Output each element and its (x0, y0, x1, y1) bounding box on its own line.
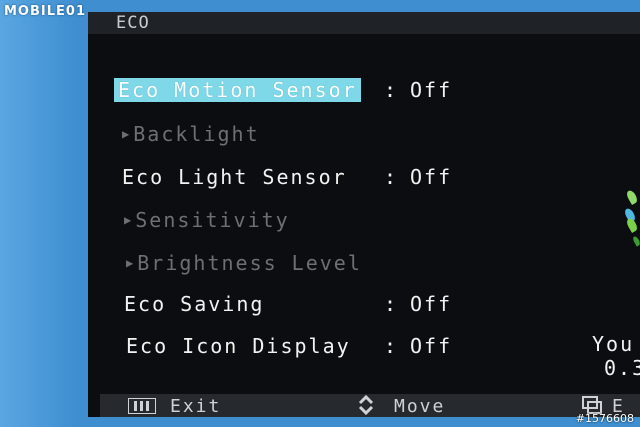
menu-item-sensitivity[interactable]: ▶ Sensitivity (124, 208, 290, 235)
footer-exit-label[interactable]: Exit (170, 396, 221, 417)
up-down-icon (358, 394, 374, 419)
eco-leaf-icon (625, 216, 639, 234)
menu-grid-icon (127, 397, 157, 418)
osd-title: ECO (116, 13, 150, 33)
menu-value-eco-motion-sensor: Off (410, 78, 453, 102)
watermark-image-id: #1576608 (575, 412, 634, 425)
submenu-arrow-icon: ▶ (122, 127, 132, 141)
menu-value-eco-light-sensor: Off (410, 165, 453, 189)
menu-colon: : (384, 334, 399, 358)
menu-item-brightness-level-label: Brightness Level (137, 251, 362, 275)
menu-colon: : (384, 292, 399, 316)
menu-value-eco-saving: Off (410, 292, 453, 316)
submenu-arrow-icon: ▶ (126, 256, 136, 270)
side-panel-value: 0.3 (604, 356, 640, 380)
menu-item-backlight-label: Backlight (133, 122, 260, 146)
footer-move-label[interactable]: Move (394, 396, 445, 417)
menu-item-eco-motion-sensor[interactable]: Eco Motion Sensor (114, 78, 361, 102)
eco-leaf-icon (625, 188, 639, 206)
menu-item-eco-icon-display[interactable]: Eco Icon Display (126, 334, 351, 358)
osd-footer-bar: Exit Move E (100, 394, 640, 417)
osd-menu-panel: ECO Eco Motion Sensor : Off ▶ Backlight E… (88, 12, 640, 417)
menu-colon: : (384, 78, 399, 102)
menu-colon: : (384, 165, 399, 189)
menu-item-backlight[interactable]: ▶ Backlight (122, 122, 260, 149)
menu-item-eco-saving[interactable]: Eco Saving (124, 292, 264, 316)
menu-item-eco-light-sensor[interactable]: Eco Light Sensor (122, 165, 347, 189)
menu-item-sensitivity-label: Sensitivity (135, 208, 290, 232)
submenu-arrow-icon: ▶ (124, 213, 134, 227)
menu-item-brightness-level[interactable]: ▶ Brightness Level (126, 251, 362, 278)
eco-leaf-icon (631, 235, 640, 247)
menu-value-eco-icon-display: Off (410, 334, 453, 358)
watermark-brand: MOBILE01 (4, 4, 86, 19)
osd-header-bar: ECO (88, 12, 640, 34)
side-panel-text: You (592, 332, 635, 356)
